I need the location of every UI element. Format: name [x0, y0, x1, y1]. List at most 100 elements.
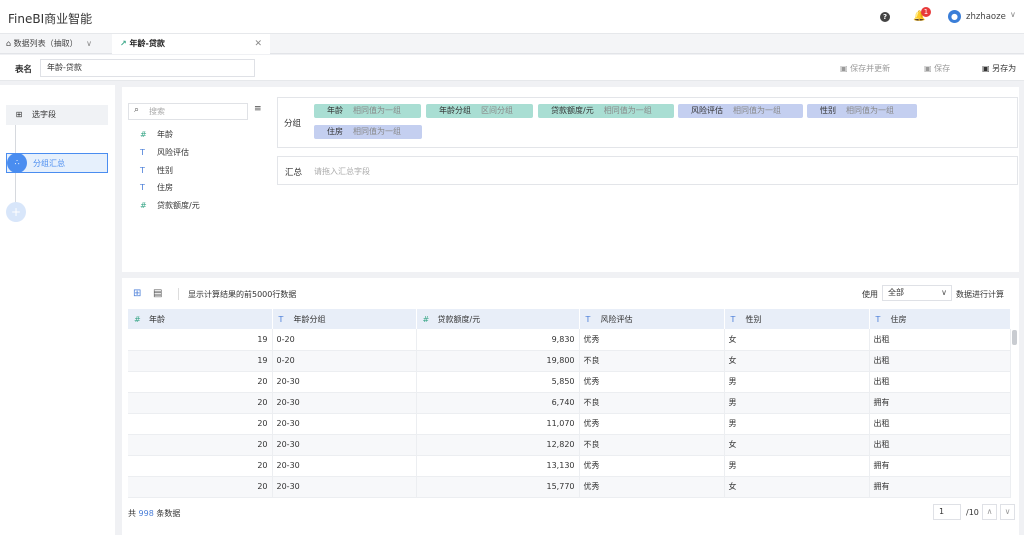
- summary-placeholder: 请拖入汇总字段: [314, 167, 370, 176]
- group-pill[interactable]: 风险评估 相同值为一组: [678, 104, 803, 118]
- add-step-button[interactable]: +: [6, 202, 26, 222]
- field-item[interactable]: # 贷款额度/元: [140, 199, 200, 213]
- chevron-down-icon: ∨: [941, 288, 947, 297]
- table-cell: 19,800: [416, 350, 580, 372]
- table-cell: 男: [724, 455, 870, 477]
- table-cell: 20-30: [272, 371, 417, 393]
- table-cell: 13,130: [416, 455, 580, 477]
- page-number-input[interactable]: 1: [933, 504, 961, 520]
- table-cell: 出租: [869, 434, 1011, 456]
- table-cell: 男: [724, 371, 870, 393]
- field-item[interactable]: # 年龄: [140, 128, 173, 142]
- table-cell: 19: [128, 350, 273, 372]
- group-pill[interactable]: 住房 相同值为一组: [314, 125, 422, 139]
- tab-data-list[interactable]: ⌂ 数据列表（抽取） ∨: [0, 34, 112, 54]
- table-scrollbar[interactable]: [1012, 330, 1017, 345]
- table-cell: 出租: [869, 329, 1011, 351]
- table-cell: 拥有: [869, 476, 1011, 498]
- table-name-bar: 表名 年龄-贷款 ▣ 保存并更新 ▣ 保存 ▣ 另存为: [0, 55, 1024, 81]
- column-header[interactable]: # 贷款额度/元: [416, 309, 580, 329]
- table-cell: 女: [724, 434, 870, 456]
- field-select-icon: ⊞: [15, 110, 23, 119]
- table-cell: 20-30: [272, 434, 417, 456]
- table-cell: 20: [128, 434, 273, 456]
- table-row: 20 20-30 13,130 优秀男拥有: [128, 455, 1011, 477]
- table-row: 20 20-30 5,850 优秀男出租: [128, 371, 1011, 393]
- table-cell: 9,830: [416, 329, 580, 351]
- field-item[interactable]: T 风险评估: [140, 146, 189, 160]
- group-pill[interactable]: 年龄 相同值为一组: [314, 104, 421, 118]
- tab-label: 数据列表（抽取）: [13, 39, 78, 48]
- table-name-input[interactable]: 年龄-贷款: [40, 59, 255, 77]
- chevron-down-icon[interactable]: ∨: [86, 39, 92, 48]
- table-cell: 19: [128, 329, 273, 351]
- table-cell: 不良: [579, 350, 725, 372]
- prev-page-button[interactable]: ∧: [982, 504, 997, 520]
- next-page-button[interactable]: ∨: [1000, 504, 1015, 520]
- save-update-button[interactable]: ▣ 保存并更新: [840, 63, 890, 74]
- sort-icon[interactable]: ≡: [254, 104, 262, 114]
- analysis-icon: ↗: [120, 39, 127, 48]
- help-icon[interactable]: ?: [880, 12, 890, 22]
- step-select-fields[interactable]: ⊞ 选字段: [6, 105, 108, 125]
- table-cell: 男: [724, 392, 870, 414]
- summary-drop-zone[interactable]: [277, 156, 1018, 185]
- table-row: 20 20-30 11,070 优秀男出租: [128, 413, 1011, 435]
- save-as-button[interactable]: ▣ 另存为: [982, 63, 1016, 74]
- field-item[interactable]: T 性别: [140, 164, 173, 178]
- column-header[interactable]: T 住房: [869, 309, 1011, 329]
- group-icon: ∴: [7, 153, 27, 173]
- table-cell: 20: [128, 455, 273, 477]
- username[interactable]: zhzhaoze: [966, 12, 1006, 22]
- table-cell: 女: [724, 476, 870, 498]
- close-icon[interactable]: ✕: [254, 34, 262, 54]
- column-header[interactable]: # 年龄: [128, 309, 273, 329]
- group-pill[interactable]: 年龄分组 区间分组: [426, 104, 533, 118]
- tab-bar: ⌂ 数据列表（抽取） ∨ ↗ 年龄-贷款 ✕: [0, 34, 1024, 54]
- table-cell: 20: [128, 476, 273, 498]
- save-as-icon: ▣: [982, 64, 990, 73]
- group-pill[interactable]: 性别 相同值为一组: [807, 104, 917, 118]
- table-cell: 20: [128, 371, 273, 393]
- group-pill[interactable]: 贷款额度/元 相同值为一组: [538, 104, 674, 118]
- step-label: 分组汇总: [33, 159, 65, 168]
- column-header[interactable]: T 年龄分组: [272, 309, 417, 329]
- table-cell: 不良: [579, 434, 725, 456]
- home-icon: ⌂: [6, 39, 12, 48]
- table-cell: 优秀: [579, 455, 725, 477]
- column-header[interactable]: T 风险评估: [579, 309, 725, 329]
- chevron-down-icon[interactable]: ∨: [1010, 10, 1016, 19]
- app-title: FineBI商业智能: [8, 12, 93, 26]
- table-cell: 0-20: [272, 350, 417, 372]
- field-search-input[interactable]: 搜索: [128, 103, 248, 120]
- table-cell: 拥有: [869, 392, 1011, 414]
- use-label: 使用: [862, 290, 878, 299]
- row-scope-select[interactable]: 全部 ∨: [882, 285, 952, 301]
- step-group-summary[interactable]: ∴ 分组汇总: [6, 153, 108, 173]
- table-cell: 15,770: [416, 476, 580, 498]
- table-cell: 出租: [869, 371, 1011, 393]
- table-cell: 出租: [869, 350, 1011, 372]
- table-row: 19 0-20 9,830 优秀女出租: [128, 329, 1011, 351]
- table-view-icon[interactable]: ▤: [153, 288, 162, 299]
- table-cell: 男: [724, 413, 870, 435]
- save-button[interactable]: ▣ 保存: [924, 63, 950, 74]
- tab-age-loan[interactable]: ↗ 年龄-贷款 ✕: [112, 34, 270, 54]
- table-name-label: 表名: [15, 65, 33, 75]
- column-header[interactable]: T 性别: [724, 309, 870, 329]
- table-cell: 5,850: [416, 371, 580, 393]
- save-icon: ▣: [924, 64, 932, 73]
- field-item[interactable]: T 住房: [140, 181, 173, 195]
- top-bar: FineBI商业智能 ? 🔔 1 ● zhzhaoze ∨: [0, 0, 1024, 34]
- avatar-icon[interactable]: ●: [948, 10, 961, 23]
- divider: [178, 288, 179, 300]
- step-label: 选字段: [32, 110, 56, 119]
- table-header-row: # 年龄 T 年龄分组 # 贷款额度/元 T 风险评估 T 性别 T 住房: [128, 309, 1011, 329]
- calc-label: 数据进行计算: [956, 290, 1004, 299]
- table-cell: 优秀: [579, 329, 725, 351]
- table-cell: 女: [724, 329, 870, 351]
- table-row: 19 0-20 19,800 不良女出租: [128, 350, 1011, 372]
- row-count: 共 998 条数据: [128, 509, 181, 518]
- grid-view-icon[interactable]: ⊞: [133, 288, 141, 299]
- table-row: 20 20-30 12,820 不良女出租: [128, 434, 1011, 456]
